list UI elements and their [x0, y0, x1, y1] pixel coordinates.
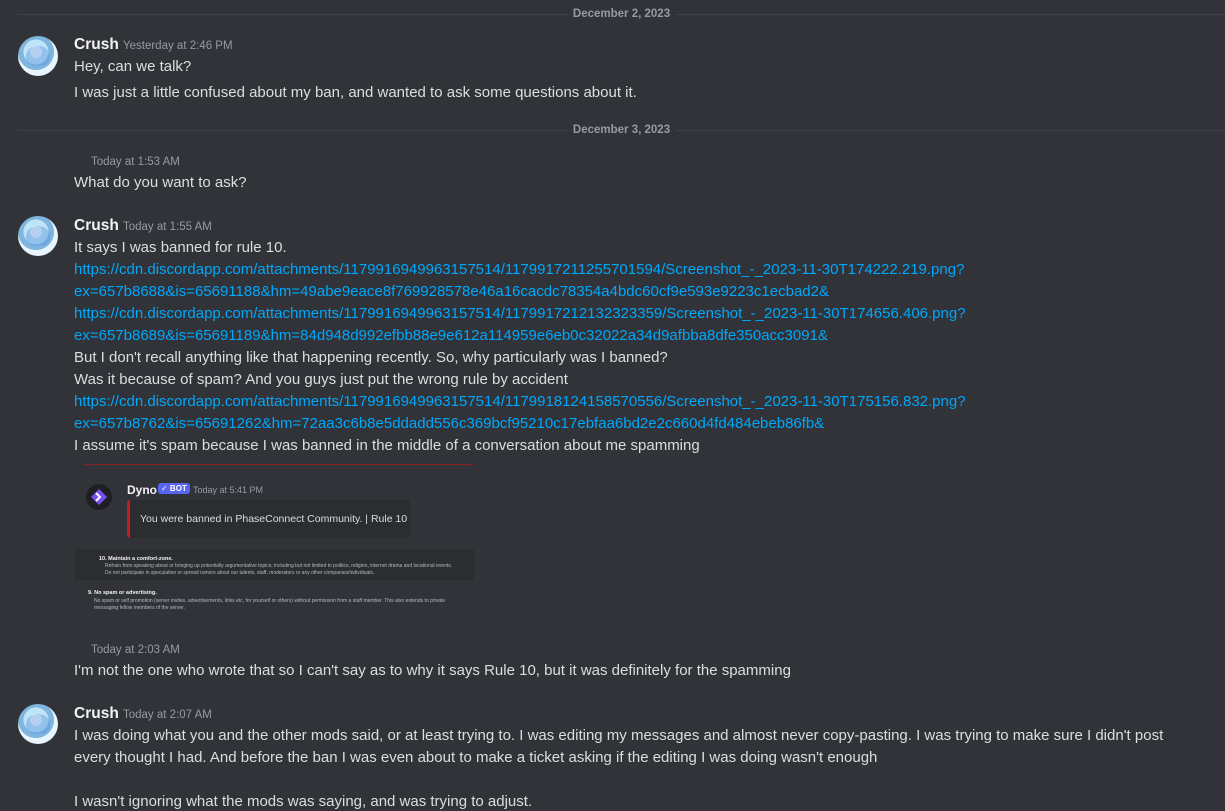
- attachment-link: ex=657b8762&is=65691262&hm=72aa3c6b8e5dd…: [74, 415, 824, 432]
- message-timestamp[interactable]: Yesterday at 2:46 PM: [123, 40, 233, 52]
- bot-timestamp: Today at 5:41 PM: [193, 485, 264, 495]
- message-timestamp[interactable]: Today at 1:53 AM: [91, 156, 180, 168]
- avatar[interactable]: [18, 36, 58, 76]
- rule-9-text: messaging fellow members of the server.: [94, 605, 185, 611]
- date-divider-label: December 3, 2023: [567, 124, 676, 136]
- date-divider: December 3, 2023: [18, 124, 1225, 136]
- attachment-link-url[interactable]: ex=657b8689&is=65691189&hm=84d948d992efb…: [74, 327, 828, 344]
- date-divider: December 2, 2023: [18, 8, 1225, 20]
- rule-10-text: Do not participate in speculation or spr…: [105, 570, 375, 576]
- rule-9-text: No spam or self promotion (server invite…: [94, 598, 446, 604]
- ban-embed-text: You were banned in PhaseConnect Communit…: [140, 513, 408, 525]
- message-text: I assume it's spam because I was banned …: [74, 437, 700, 454]
- rule-10-title: 10. Maintain a comfort-zone.: [99, 556, 173, 562]
- attachment-link: https://cdn.discordapp.com/attachments/1…: [74, 305, 966, 322]
- attachment-link-url[interactable]: ex=657b8688&is=65691188&hm=49abe9eace8f7…: [74, 283, 829, 300]
- dyno-logo-icon: [91, 489, 107, 505]
- message-timestamp[interactable]: Today at 2:07 AM: [123, 709, 212, 721]
- bot-badge: ✓ BOT: [158, 483, 190, 494]
- divider: [84, 464, 474, 465]
- attachment-link-url[interactable]: https://cdn.discordapp.com/attachments/1…: [74, 305, 966, 322]
- ban-embed: You were banned in PhaseConnect Communit…: [127, 500, 410, 538]
- rule-9-title: 9. No spam or advertising.: [88, 590, 157, 596]
- message-timestamp[interactable]: Today at 1:55 AM: [123, 221, 212, 233]
- attachment-link-url[interactable]: https://cdn.discordapp.com/attachments/1…: [74, 261, 964, 278]
- avatar[interactable]: [18, 216, 58, 256]
- screenshot-attachment[interactable]: Dyno ✓ BOT Today at 5:41 PM You were ban…: [74, 458, 476, 618]
- attachment-link: https://cdn.discordapp.com/attachments/1…: [74, 261, 964, 278]
- message-text: every thought I had. And before the ban …: [74, 749, 878, 766]
- message-text: I wasn't ignoring what the mods was sayi…: [74, 793, 533, 810]
- username[interactable]: Crush: [74, 705, 119, 723]
- message-timestamp[interactable]: Today at 2:03 AM: [91, 644, 180, 656]
- username[interactable]: Crush: [74, 36, 119, 54]
- rule-10-text: Refrain from speaking about or bringing …: [105, 563, 453, 569]
- message-text: But I don't recall anything like that ha…: [74, 349, 668, 366]
- bot-name: Dyno: [127, 483, 157, 497]
- rule-10-block: 10. Maintain a comfort-zone. Refrain fro…: [74, 549, 474, 580]
- message-text: What do you want to ask?: [74, 174, 247, 191]
- attachment-link-url[interactable]: ex=657b8762&is=65691262&hm=72aa3c6b8e5dd…: [74, 415, 824, 432]
- username[interactable]: Crush: [74, 217, 119, 235]
- avatar[interactable]: [18, 704, 58, 744]
- message-text: Was it because of spam? And you guys jus…: [74, 371, 568, 388]
- attachment-link: ex=657b8689&is=65691189&hm=84d948d992efb…: [74, 327, 828, 344]
- attachment-link: https://cdn.discordapp.com/attachments/1…: [74, 393, 966, 410]
- date-divider-label: December 2, 2023: [567, 8, 676, 20]
- message-text: I'm not the one who wrote that so I can'…: [74, 662, 791, 679]
- attachment-link-url[interactable]: https://cdn.discordapp.com/attachments/1…: [74, 393, 966, 410]
- message-text: I was doing what you and the other mods …: [74, 727, 1164, 744]
- attachment-link: ex=657b8688&is=65691188&hm=49abe9eace8f7…: [74, 283, 829, 300]
- message-text: I was just a little confused about my ba…: [74, 84, 637, 101]
- message-text: It says I was banned for rule 10.: [74, 239, 287, 256]
- message-text: Hey, can we talk?: [74, 58, 192, 75]
- dyno-avatar: [86, 484, 112, 510]
